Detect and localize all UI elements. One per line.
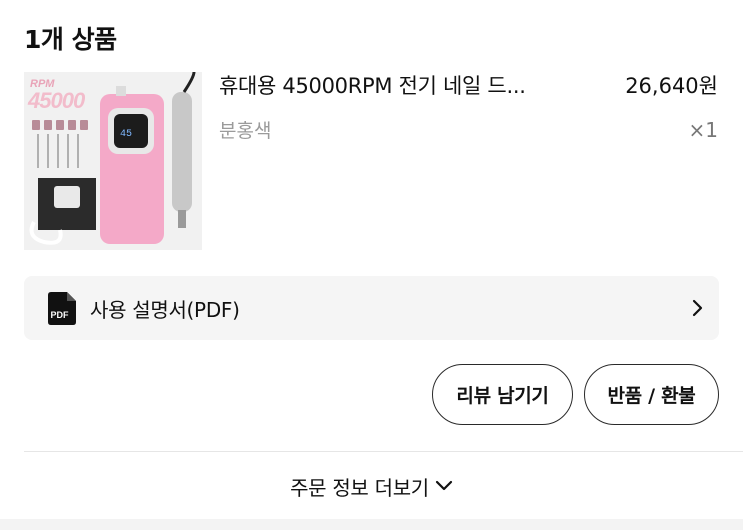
thumbnail-rpm-number: 45000 bbox=[28, 88, 85, 113]
return-refund-button[interactable]: 반품 / 환불 bbox=[584, 364, 719, 425]
manual-label: 사용 설명서(PDF) bbox=[90, 297, 240, 322]
manual-pdf-link[interactable]: PDF 사용 설명서(PDF) bbox=[24, 276, 719, 340]
product-option: 분홍색 bbox=[219, 120, 272, 142]
product-name[interactable]: 휴대용 45000RPM 전기 네일 드... bbox=[219, 70, 526, 100]
chevron-down-icon bbox=[435, 480, 453, 491]
order-info-more-button[interactable]: 주문 정보 더보기 bbox=[0, 466, 743, 506]
chevron-right-icon bbox=[692, 299, 703, 317]
product-price: 26,640원 bbox=[625, 74, 718, 98]
product-quantity: ×1 bbox=[688, 118, 718, 142]
svg-text:45: 45 bbox=[120, 129, 132, 140]
product-thumbnail[interactable]: 45 RPM 45000 bbox=[24, 72, 202, 250]
section-separator bbox=[0, 519, 743, 530]
section-title: 1개 상품 bbox=[24, 25, 117, 54]
write-review-button[interactable]: 리뷰 남기기 bbox=[432, 364, 573, 425]
order-item-page: 1개 상품 45 RPM 45000 휴대용 45000RPM 전기 네일 드.… bbox=[0, 0, 743, 530]
pdf-icon-text: PDF bbox=[51, 310, 70, 320]
divider bbox=[24, 451, 743, 452]
order-info-more-label: 주문 정보 더보기 bbox=[290, 475, 429, 500]
pdf-file-icon: PDF bbox=[48, 291, 76, 325]
